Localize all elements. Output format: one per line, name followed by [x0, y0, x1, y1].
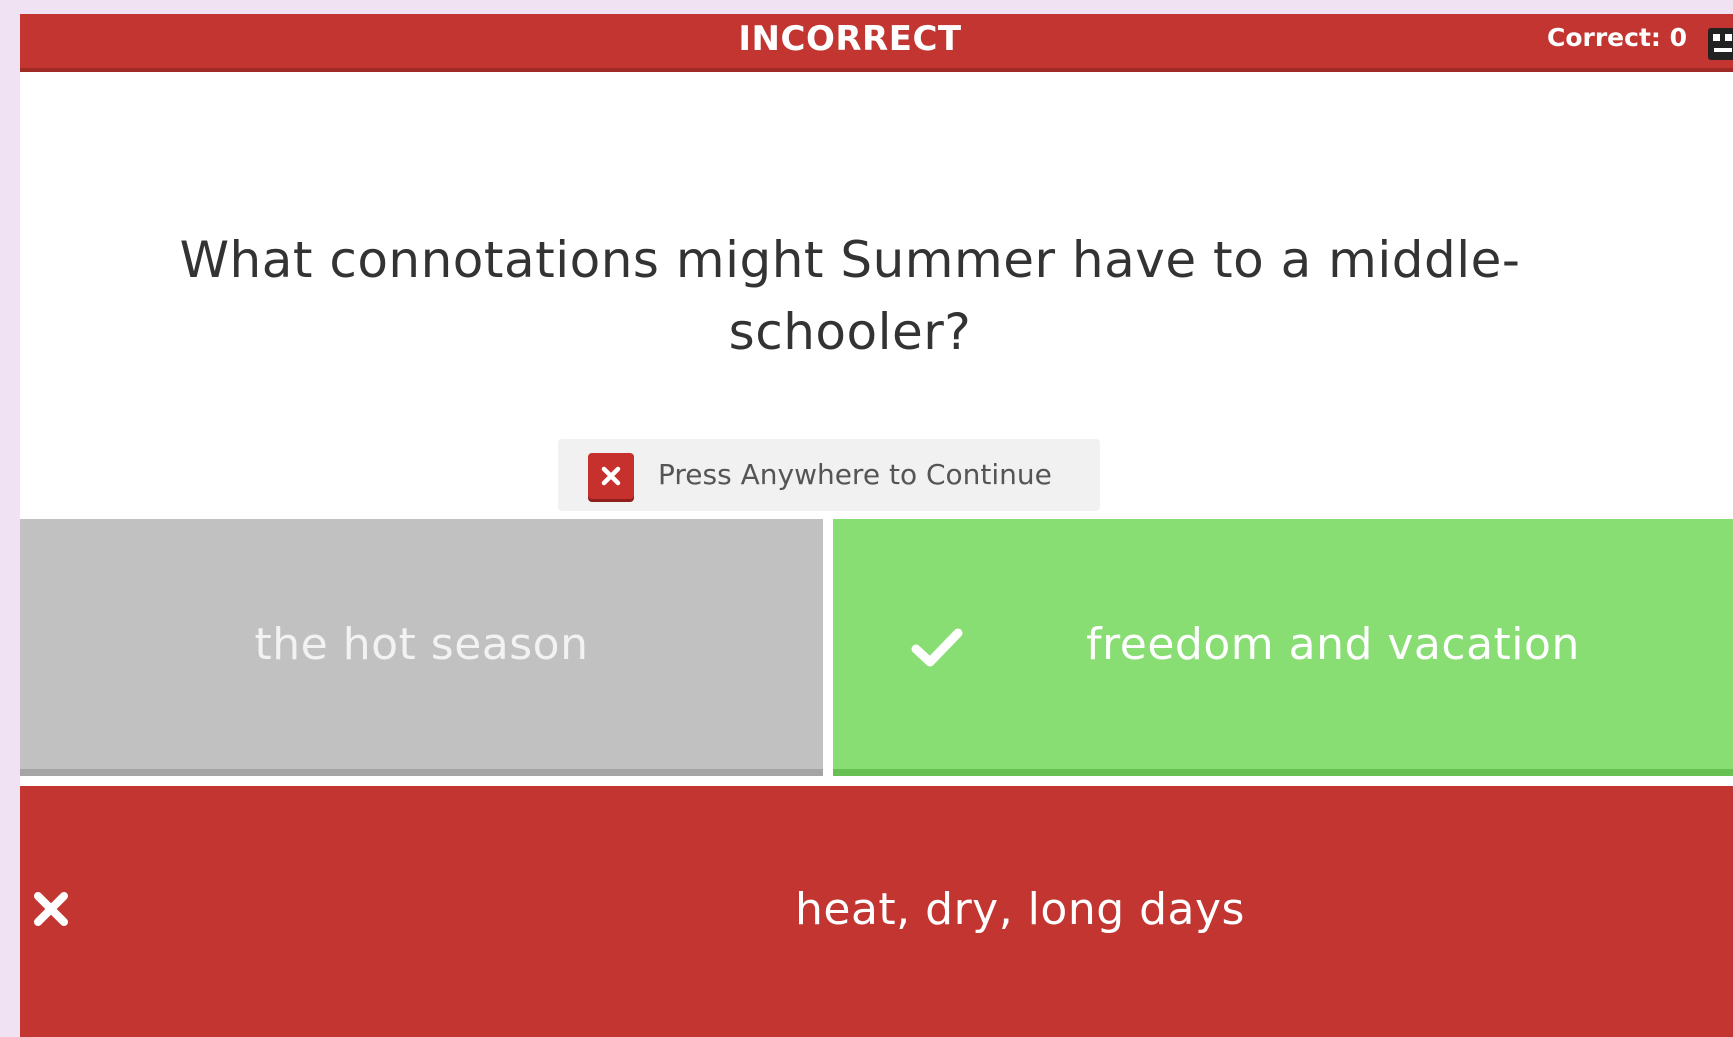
player-avatar-icon — [1708, 28, 1733, 60]
score-counter: Correct: 0 — [1547, 23, 1688, 52]
close-icon — [588, 453, 634, 499]
result-status: INCORRECT — [738, 19, 962, 59]
quiz-screen[interactable]: INCORRECT Correct: 0 What connotations m… — [20, 14, 1733, 1037]
answer-option-2[interactable]: freedom and vacation — [833, 519, 1733, 776]
close-icon — [34, 892, 68, 926]
answer-label: the hot season — [254, 619, 589, 670]
check-icon — [911, 628, 963, 667]
answer-option-1[interactable]: the hot season — [20, 519, 823, 776]
answer-label: heat, dry, long days — [795, 884, 1245, 935]
answer-option-3[interactable]: heat, dry, long days — [20, 786, 1733, 1037]
question-text: What connotations might Summer have to a… — [179, 231, 1521, 361]
status-bar: INCORRECT Correct: 0 — [20, 14, 1733, 72]
answer-label: freedom and vacation — [1086, 619, 1580, 670]
continue-prompt[interactable]: Press Anywhere to Continue — [558, 439, 1100, 511]
continue-label: Press Anywhere to Continue — [658, 458, 1052, 491]
